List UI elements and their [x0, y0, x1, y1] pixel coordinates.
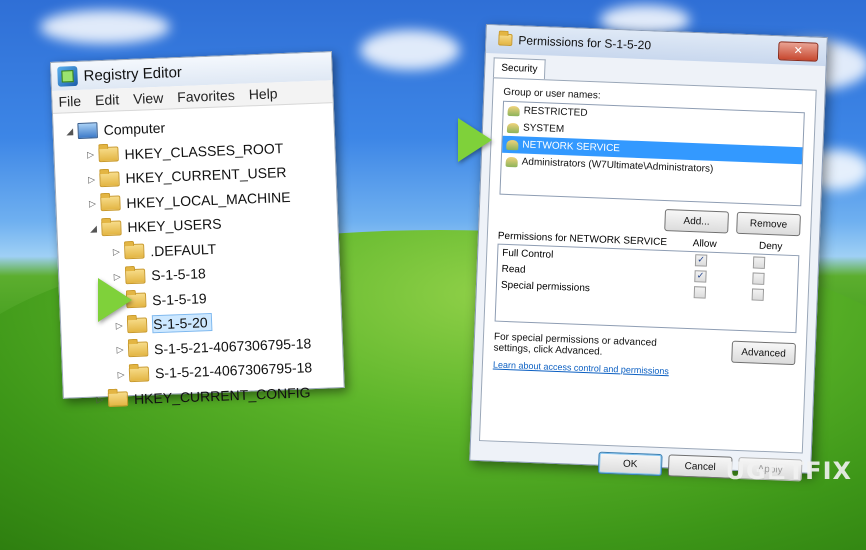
tree-node-label: HKEY_USERS: [127, 215, 222, 236]
permissions-dialog: Permissions for S-1-5-20 ✕ Security Grou…: [469, 24, 828, 482]
user-name: RESTRICTED: [523, 105, 588, 119]
menu-file[interactable]: File: [58, 93, 81, 110]
expand-arrow-icon[interactable]: ▷: [114, 345, 126, 356]
tab-security[interactable]: Security: [492, 57, 546, 80]
tree-node-label: S-1-5-19: [151, 289, 207, 308]
folder-icon: [99, 171, 120, 187]
regedit-title: Registry Editor: [83, 63, 183, 85]
collapse-arrow-icon[interactable]: ◢: [63, 126, 75, 137]
tree-node-label: S-1-5-21-4067306795-18: [153, 334, 312, 357]
registry-editor-icon: [57, 65, 78, 87]
user-group-icon: [505, 156, 518, 167]
deny-checkbox[interactable]: [752, 256, 766, 269]
folder-icon: [98, 146, 119, 163]
close-button[interactable]: ✕: [777, 41, 819, 62]
user-group-icon: [507, 105, 520, 116]
folder-icon: [100, 195, 121, 212]
user-name: SYSTEM: [522, 122, 565, 136]
pointer-arrow-icon: [458, 118, 492, 162]
collapse-arrow-icon[interactable]: ◢: [87, 223, 99, 234]
user-buttons: Add... Remove: [498, 203, 801, 237]
tree-node-label: S-1-5-18: [150, 265, 207, 284]
menu-favorites[interactable]: Favorites: [177, 87, 235, 105]
tree-node-label: HKEY_CURRENT_USER: [125, 164, 287, 187]
deny-checkbox[interactable]: [752, 272, 765, 285]
add-button[interactable]: Add...: [664, 209, 729, 234]
tree-node-label-selected: S-1-5-20: [151, 313, 213, 334]
user-name: Administrators (W7Ultimate\Administrator…: [521, 156, 714, 175]
pointer-arrow-icon: [98, 278, 132, 322]
users-list: RESTRICTED SYSTEM NETWORK SERVICE Admini…: [499, 100, 805, 207]
registry-editor-window: Registry Editor File Edit View Favorites…: [50, 51, 345, 408]
cancel-button[interactable]: Cancel: [667, 454, 733, 479]
expand-arrow-icon[interactable]: ▷: [86, 198, 98, 209]
folder-icon: [127, 341, 149, 358]
expand-arrow-icon[interactable]: ▷: [85, 174, 97, 185]
folder-icon: [128, 366, 150, 382]
expand-arrow-icon[interactable]: ▷: [110, 247, 122, 258]
advanced-button[interactable]: Advanced: [731, 340, 796, 366]
tree-node-label: HKEY_LOCAL_MACHINE: [126, 188, 291, 211]
expand-arrow-icon[interactable]: ▷: [115, 369, 127, 380]
ok-button[interactable]: OK: [597, 451, 663, 477]
tree-node-label: S-1-5-21-4067306795-18: [154, 359, 313, 382]
allow-checkbox[interactable]: ✓: [694, 254, 708, 267]
user-icon: [506, 139, 519, 150]
user-icon: [506, 122, 520, 133]
allow-header: Allow: [692, 238, 717, 251]
permission-name: Special permissions: [500, 279, 591, 294]
special-note: For special permissions or advanced sett…: [493, 331, 657, 358]
allow-checkbox[interactable]: [693, 286, 707, 299]
menu-edit[interactable]: Edit: [95, 91, 120, 108]
permissions-table: Full Control ✓ Read ✓ Special permission…: [494, 243, 800, 334]
folder-icon: [107, 391, 129, 408]
dialog-title: Permissions for S-1-5-20: [518, 33, 652, 53]
allow-checkbox[interactable]: ✓: [694, 270, 707, 283]
security-panel: Group or user names: RESTRICTED SYSTEM N…: [478, 77, 817, 454]
deny-header: Deny: [758, 240, 783, 253]
menu-view[interactable]: View: [133, 90, 164, 107]
tree-node-label: Computer: [103, 119, 166, 139]
folder-icon: [101, 220, 122, 236]
folder-icon: [498, 33, 513, 47]
tree-node-label: .DEFAULT: [150, 240, 217, 260]
advanced-row: For special permissions or advanced sett…: [493, 332, 796, 366]
menu-help[interactable]: Help: [248, 85, 277, 102]
user-name: NETWORK SERVICE: [522, 139, 621, 155]
tree-node-label: HKEY_CLASSES_ROOT: [124, 139, 284, 162]
expand-arrow-icon[interactable]: ▷: [94, 394, 106, 405]
expand-arrow-icon[interactable]: ▷: [84, 150, 96, 161]
computer-icon: [77, 122, 98, 140]
registry-tree: ◢ Computer ▷ HKEY_CLASSES_ROOT ▷ HKEY_CU…: [53, 103, 344, 414]
folder-icon: [124, 243, 145, 260]
watermark-logo: UG⊏TFIX: [725, 457, 852, 485]
remove-button[interactable]: Remove: [736, 211, 801, 237]
tree-node-label: HKEY_CURRENT_CONFIG: [133, 384, 311, 407]
deny-checkbox[interactable]: [751, 288, 765, 301]
